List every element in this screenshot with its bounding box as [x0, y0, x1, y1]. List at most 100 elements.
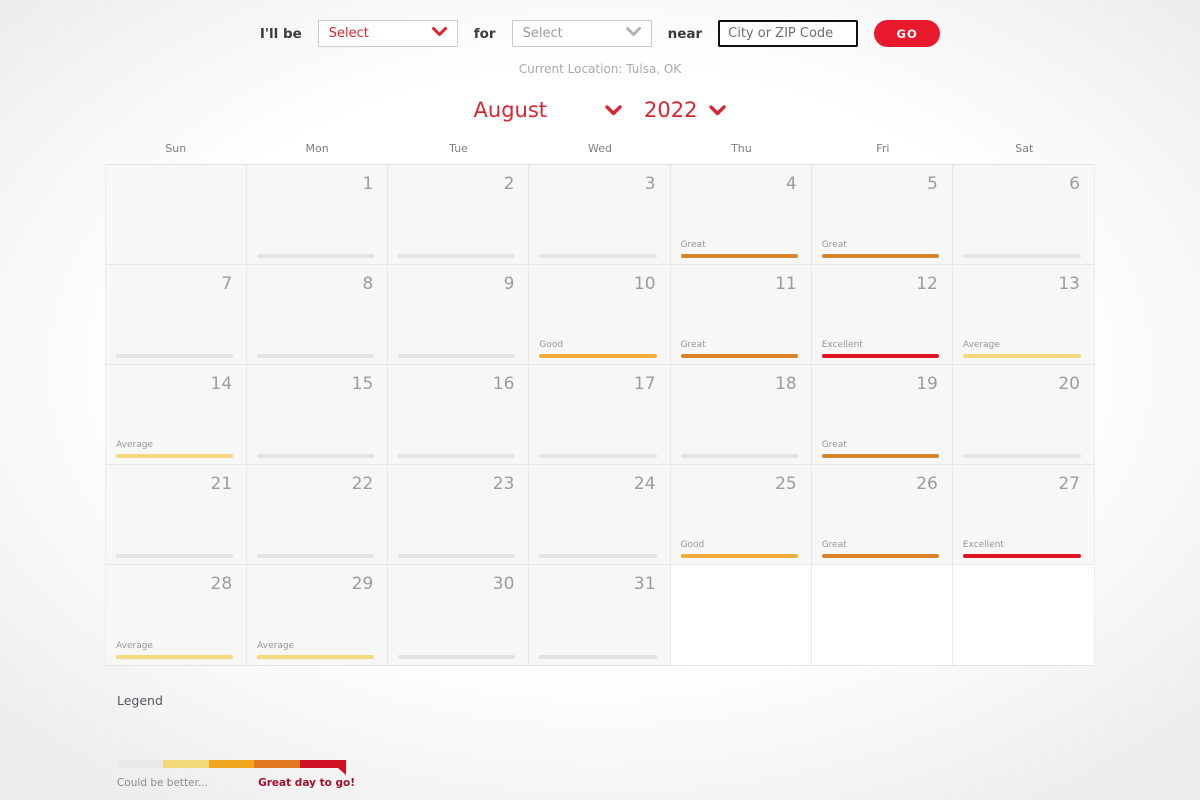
type-select-value: Select [523, 26, 563, 41]
day-number: 4 [786, 174, 797, 194]
legend-title: Legend [117, 693, 1095, 708]
rating-label: Excellent [963, 540, 1004, 550]
dow-label: Wed [529, 142, 670, 155]
rating-label: Average [257, 641, 294, 651]
day-number: 29 [352, 574, 374, 594]
near-label: near [668, 26, 703, 42]
activity-select[interactable]: Select [318, 20, 458, 47]
dow-label: Tue [388, 142, 529, 155]
calendar-day-cell: 2 [388, 165, 529, 265]
rating-bar [963, 554, 1081, 558]
current-location-text: Current Location: Tulsa, OK [105, 62, 1095, 76]
year-dropdown[interactable]: 2022 [622, 98, 726, 122]
day-number: 31 [634, 574, 656, 594]
year-label: 2022 [644, 98, 697, 122]
rating-bar [681, 554, 798, 558]
rating-bar [539, 354, 656, 358]
calendar-day-cell: 25Good [671, 465, 812, 565]
calendar-day-cell: 1 [247, 165, 388, 265]
empty-bar [116, 354, 233, 358]
day-number: 25 [775, 474, 797, 494]
dow-label: Fri [812, 142, 953, 155]
month-dropdown[interactable]: August [474, 98, 623, 122]
rating-label: Average [963, 340, 1000, 350]
dow-label: Mon [246, 142, 387, 155]
activity-select-value: Select [329, 26, 369, 41]
page: I'll be Select for Select near GO Curren… [105, 0, 1095, 789]
rating-bar [963, 354, 1081, 358]
day-number: 10 [634, 274, 656, 294]
empty-bar [257, 454, 374, 458]
day-number: 7 [221, 274, 232, 294]
legend-labels: Could be better... Great day to go! [117, 777, 355, 789]
chevron-down-icon [605, 101, 622, 120]
empty-bar [257, 554, 374, 558]
dow-label: Sat [954, 142, 1095, 155]
day-number: 19 [916, 374, 938, 394]
location-input[interactable] [718, 20, 858, 47]
day-number: 14 [211, 374, 233, 394]
legend: Legend Could be better... Great day to g… [117, 693, 1095, 789]
rating-bar [257, 655, 374, 659]
day-number: 8 [362, 274, 373, 294]
rating-bar [681, 254, 798, 258]
day-number: 24 [634, 474, 656, 494]
empty-bar [116, 554, 233, 558]
rating-label: Great [822, 240, 847, 250]
day-number: 27 [1058, 474, 1080, 494]
rating-label: Average [116, 641, 153, 651]
day-number: 3 [645, 174, 656, 194]
day-number: 17 [634, 374, 656, 394]
calendar-day-cell: 14Average [106, 365, 247, 465]
empty-bar [963, 454, 1081, 458]
month-label: August [474, 98, 548, 122]
calendar-day-cell: 29 Average [247, 565, 388, 665]
calendar-day-cell: 19Great [812, 365, 953, 465]
day-number: 12 [916, 274, 938, 294]
calendar-day-cell: 9 [388, 265, 529, 365]
calendar-day-cell: 21 [106, 465, 247, 565]
empty-bar [681, 454, 798, 458]
calendar-day-cell: 28Average [106, 565, 247, 665]
legend-segment [254, 760, 300, 768]
rating-bar [822, 554, 939, 558]
go-button[interactable]: GO [874, 20, 940, 47]
calendar-day-cell [812, 565, 953, 665]
rating-label: Great [822, 540, 847, 550]
chevron-down-icon [626, 26, 641, 41]
calendar-day-cell [671, 565, 812, 665]
day-number: 16 [493, 374, 515, 394]
empty-bar [257, 254, 374, 258]
day-number: 22 [352, 474, 374, 494]
empty-bar [539, 254, 656, 258]
rating-label: Good [539, 340, 563, 350]
day-number: 11 [775, 274, 797, 294]
chevron-down-icon [709, 101, 726, 120]
calendar-day-cell: 16 [388, 365, 529, 465]
calendar-day-cell: 15 [247, 365, 388, 465]
calendar-day-cell: 26 Great [812, 465, 953, 565]
rating-bar [822, 254, 939, 258]
empty-bar [539, 454, 656, 458]
legend-right-label: Great day to go! [258, 777, 355, 789]
day-number: 26 [916, 474, 938, 494]
rating-label: Excellent [822, 340, 863, 350]
ill-be-label: I'll be [260, 26, 302, 42]
calendar-day-cell: 8 [247, 265, 388, 365]
empty-bar [257, 354, 374, 358]
rating-bar [116, 655, 233, 659]
calendar-day-cell: 18 [671, 365, 812, 465]
calendar-day-cell [953, 565, 1094, 665]
type-select[interactable]: Select [512, 20, 652, 47]
empty-bar [539, 655, 656, 659]
calendar-day-cell: 23 [388, 465, 529, 565]
calendar-day-cell: 20 [953, 365, 1094, 465]
empty-bar [398, 454, 515, 458]
day-number: 9 [504, 274, 515, 294]
chevron-down-icon [432, 26, 447, 41]
empty-bar [398, 554, 515, 558]
day-number: 21 [211, 474, 233, 494]
dow-label: Sun [105, 142, 246, 155]
rating-bar [822, 354, 939, 358]
day-number: 1 [362, 174, 373, 194]
